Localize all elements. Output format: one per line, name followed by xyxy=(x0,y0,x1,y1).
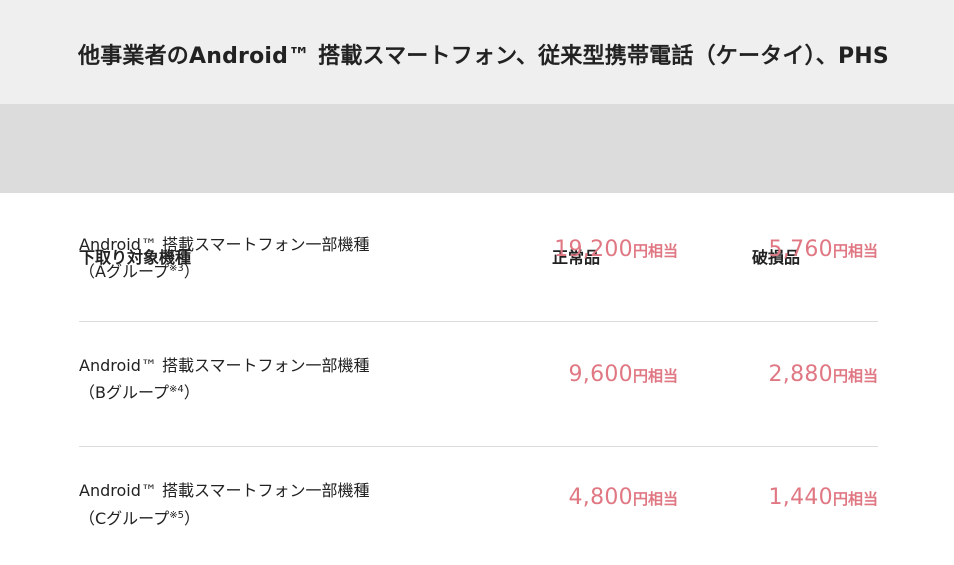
table-row: Android™ 搭載スマートフォン一部機種 （Cグループ※5） 4,800円相… xyxy=(0,447,954,565)
price-normal: 9,600円相当 xyxy=(569,362,679,387)
model-group: （Aグループ※3） xyxy=(79,258,200,282)
price-damaged: 1,440円相当 xyxy=(769,485,879,510)
model-group: （Bグループ※4） xyxy=(79,379,200,403)
price-normal: 4,800円相当 xyxy=(569,485,679,510)
title-band: 他事業者のAndroid™ 搭載スマートフォン、従来型携帯電話（ケータイ）、PH… xyxy=(0,0,954,104)
model-name: Android™ 搭載スマートフォン一部機種 xyxy=(79,356,370,375)
group-label: （Cグループ xyxy=(79,509,170,528)
price-damaged-unit: 円相当 xyxy=(832,242,878,260)
footnote-mark: ※5 xyxy=(169,510,184,521)
price-normal-value: 9,600 xyxy=(568,362,633,387)
group-close: ） xyxy=(183,383,200,402)
price-damaged: 2,880円相当 xyxy=(769,362,879,387)
price-normal-unit: 円相当 xyxy=(632,242,678,260)
price-damaged: 5,760円相当 xyxy=(769,237,879,262)
price-normal: 19,200円相当 xyxy=(554,237,678,262)
group-label: （Bグループ xyxy=(79,383,170,402)
price-normal-value: 4,800 xyxy=(568,485,633,510)
price-normal-unit: 円相当 xyxy=(632,490,678,508)
model-name: Android™ 搭載スマートフォン一部機種 xyxy=(79,235,370,254)
price-damaged-unit: 円相当 xyxy=(832,490,878,508)
trade-in-table: 他事業者のAndroid™ 搭載スマートフォン、従来型携帯電話（ケータイ）、PH… xyxy=(0,0,954,565)
table-header: 下取り対象機種 正常品 破損品 xyxy=(0,104,954,267)
table-row: Android™ 搭載スマートフォン一部機種 （Bグループ※4） 9,600円相… xyxy=(0,322,954,446)
price-damaged-value: 2,880 xyxy=(768,362,833,387)
price-damaged-unit: 円相当 xyxy=(832,367,878,385)
price-damaged-value: 5,760 xyxy=(768,237,833,262)
page-title: 他事業者のAndroid™ 搭載スマートフォン、従来型携帯電話（ケータイ）、PH… xyxy=(78,44,889,69)
footnote-mark: ※4 xyxy=(169,384,184,395)
group-label: （Aグループ xyxy=(79,262,169,281)
model-group: （Cグループ※5） xyxy=(79,505,200,529)
price-damaged-value: 1,440 xyxy=(768,485,833,510)
model-name: Android™ 搭載スマートフォン一部機種 xyxy=(79,481,370,500)
table-row: Android™ 搭載スマートフォン一部機種 （Aグループ※3） 19,200円… xyxy=(0,193,954,317)
price-normal-value: 19,200 xyxy=(554,237,633,262)
footnote-mark: ※3 xyxy=(169,263,184,274)
group-close: ） xyxy=(183,509,200,528)
price-normal-unit: 円相当 xyxy=(632,367,678,385)
group-close: ） xyxy=(183,262,200,281)
